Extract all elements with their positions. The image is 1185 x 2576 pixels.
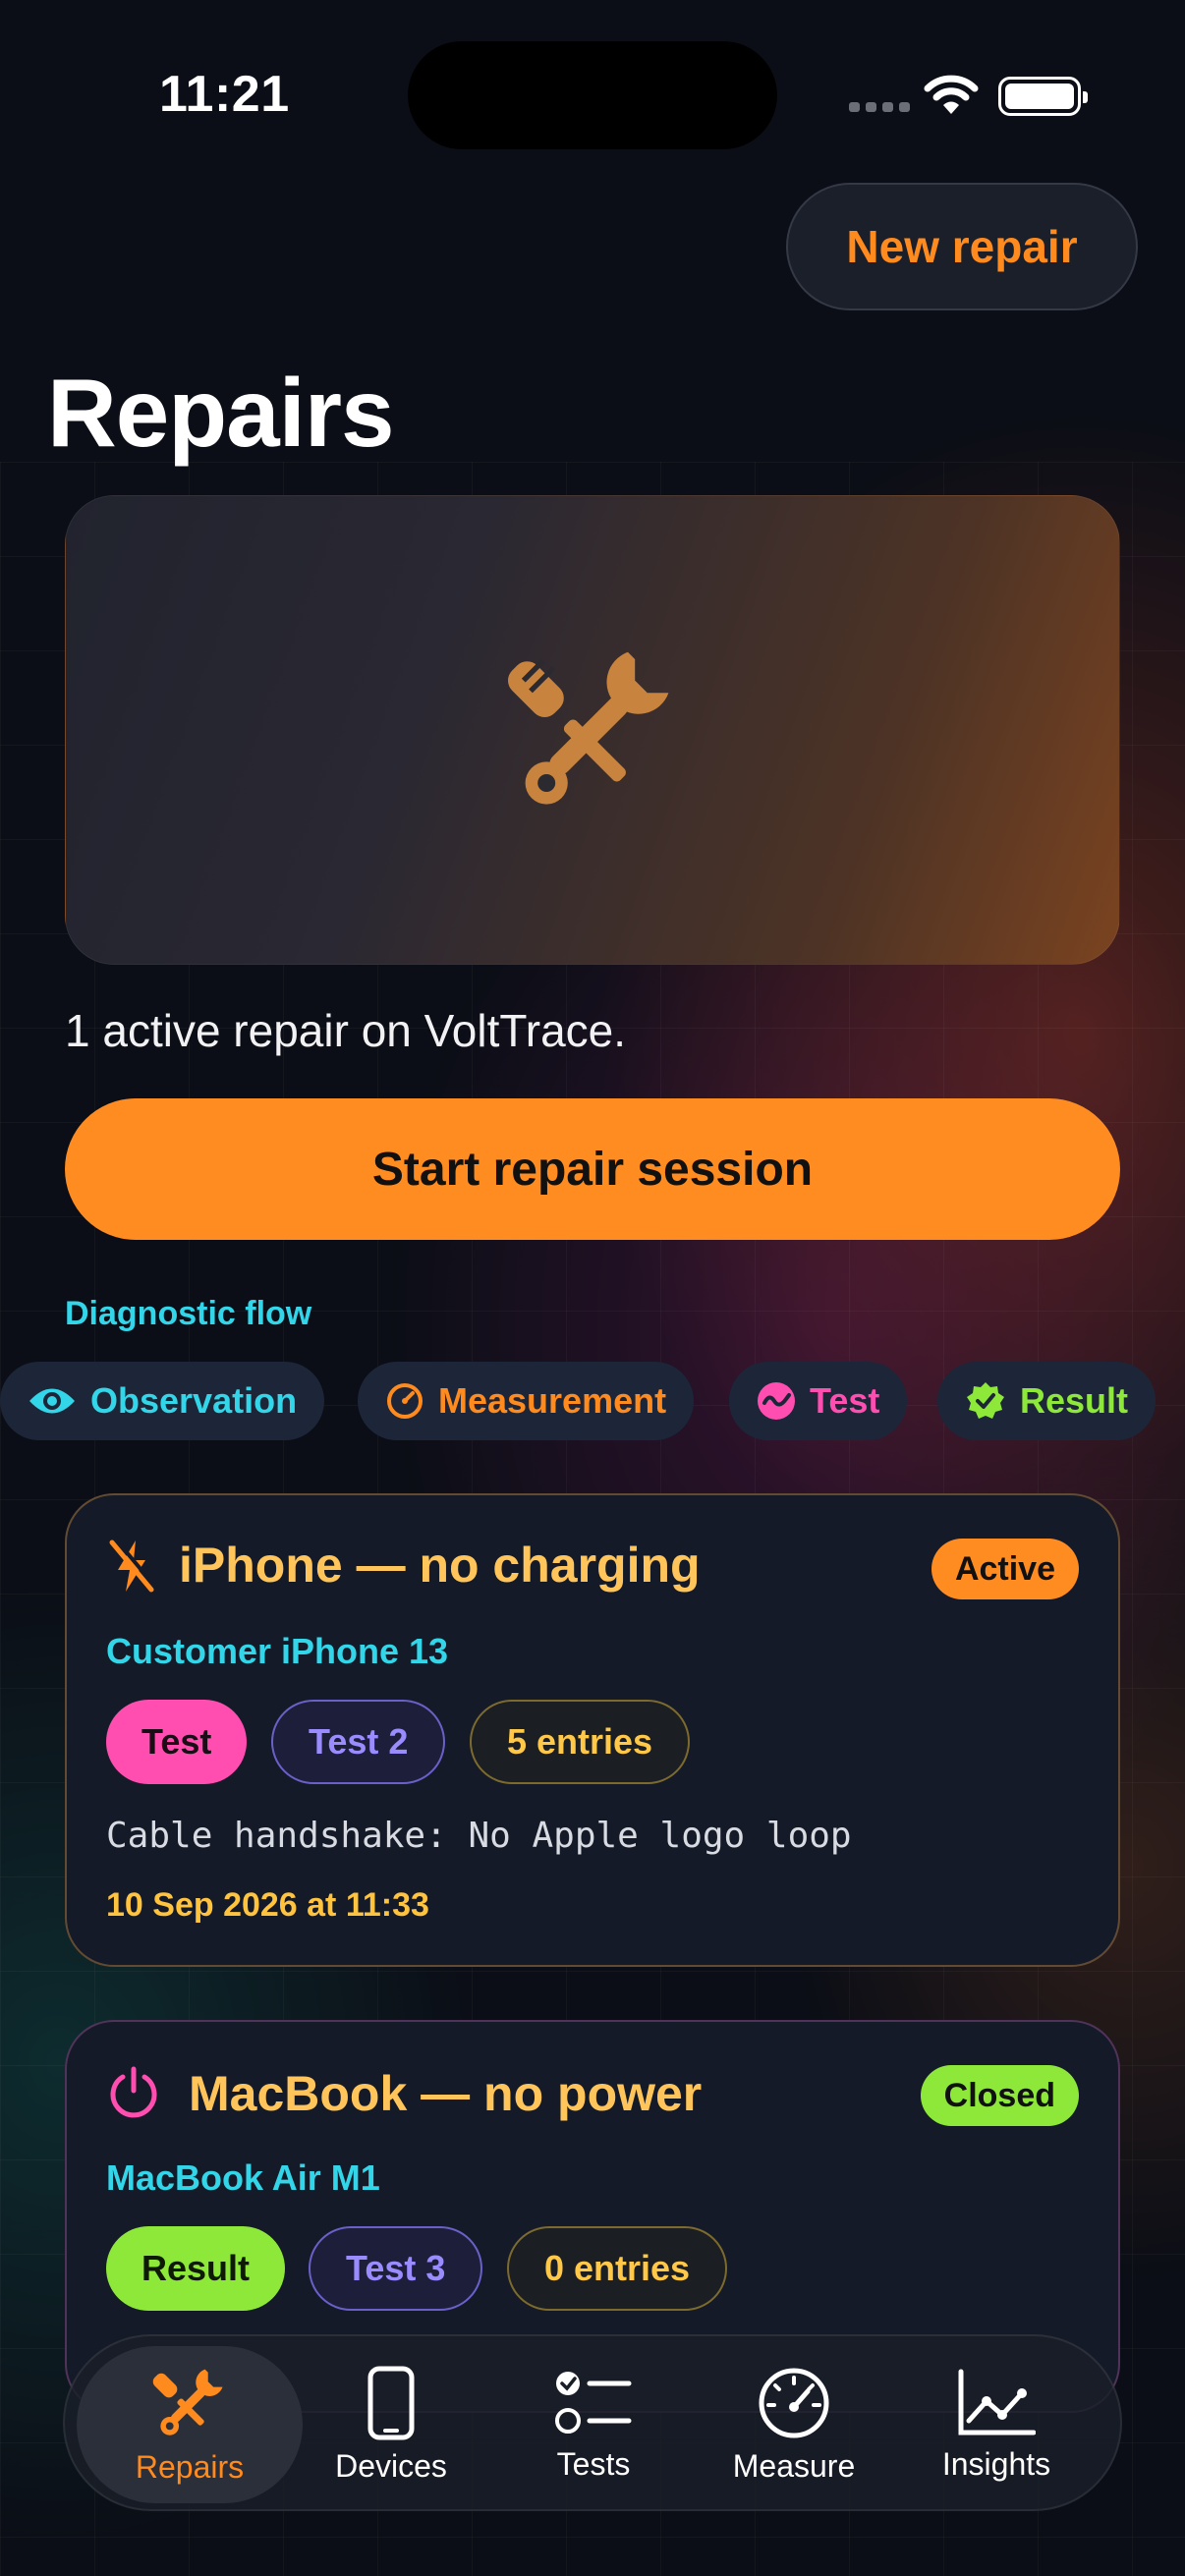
- checklist-icon: [555, 2371, 632, 2434]
- tag-test-2: Test 2: [271, 1700, 446, 1784]
- chip-result[interactable]: Result: [937, 1362, 1157, 1440]
- tab-bar: Repairs Devices Tests Measure Insights: [63, 2334, 1122, 2511]
- chip-label: Measurement: [438, 1380, 667, 1421]
- diagnostic-flow-label: Diagnostic flow: [65, 1295, 312, 1332]
- dynamic-island: [408, 41, 777, 149]
- wifi-icon: [924, 75, 979, 114]
- tab-label: Repairs: [135, 2448, 245, 2485]
- status-badge: Closed: [920, 2065, 1079, 2126]
- tag-test: Test: [106, 1700, 248, 1784]
- tab-label: Measure: [732, 2447, 856, 2484]
- tab-repairs[interactable]: Repairs: [77, 2346, 303, 2503]
- chip-measurement[interactable]: Measurement: [358, 1362, 695, 1440]
- repair-note: Cable handshake: No Apple logo loop: [106, 1816, 852, 1856]
- chip-observation[interactable]: Observation: [0, 1362, 325, 1440]
- chip-label: Observation: [90, 1380, 298, 1421]
- tab-tests[interactable]: Tests: [495, 2346, 692, 2503]
- hero-banner: [65, 495, 1120, 965]
- chip-label: Test: [810, 1380, 880, 1421]
- tag-entries: 0 entries: [507, 2226, 728, 2311]
- line-chart-icon: [958, 2369, 1036, 2435]
- speedometer-icon: [759, 2368, 829, 2437]
- gauge-icon: [387, 1383, 423, 1419]
- tab-label: Insights: [941, 2445, 1051, 2482]
- repair-card[interactable]: iPhone — no charging Active Customer iPh…: [65, 1493, 1120, 1967]
- wrench-screwdriver-icon: [152, 2369, 223, 2436]
- status-time: 11:21: [159, 66, 290, 123]
- tag-test-3: Test 3: [309, 2226, 483, 2311]
- wrench-screwdriver-icon: [507, 651, 669, 805]
- tab-measure[interactable]: Measure: [696, 2346, 892, 2503]
- tag-entries: 5 entries: [470, 1700, 691, 1784]
- chip-test[interactable]: Test: [729, 1362, 908, 1440]
- tab-label: Devices: [335, 2447, 447, 2484]
- start-repair-session-button[interactable]: Start repair session: [65, 1098, 1120, 1240]
- active-repairs-summary: 1 active repair on VoltTrace.: [65, 1005, 627, 1056]
- tab-label: Tests: [556, 2445, 631, 2482]
- device-name: Customer iPhone 13: [106, 1631, 449, 1671]
- repair-date: 10 Sep 2026 at 11:33: [106, 1886, 429, 1924]
- waveform-icon: [758, 1382, 795, 1420]
- page-title: Repairs: [47, 359, 395, 467]
- repair-title: iPhone — no charging: [179, 1538, 701, 1593]
- status-badge: Active: [931, 1539, 1079, 1599]
- tab-devices[interactable]: Devices: [293, 2346, 489, 2503]
- battery-icon: [998, 77, 1088, 116]
- iphone-icon: [367, 2366, 415, 2439]
- repair-title: MacBook — no power: [189, 2066, 703, 2121]
- checkmark-seal-icon: [967, 1382, 1004, 1419]
- tab-insights[interactable]: Insights: [898, 2346, 1095, 2503]
- tag-result: Result: [106, 2226, 286, 2311]
- device-name: MacBook Air M1: [106, 2157, 380, 2198]
- bolt-slash-icon: [109, 1538, 157, 1593]
- new-repair-button[interactable]: New repair: [786, 183, 1138, 310]
- eye-icon: [29, 1388, 75, 1414]
- chip-label: Result: [1020, 1380, 1129, 1421]
- cellular-signal-icon: [849, 102, 910, 112]
- power-icon: [110, 2066, 157, 2118]
